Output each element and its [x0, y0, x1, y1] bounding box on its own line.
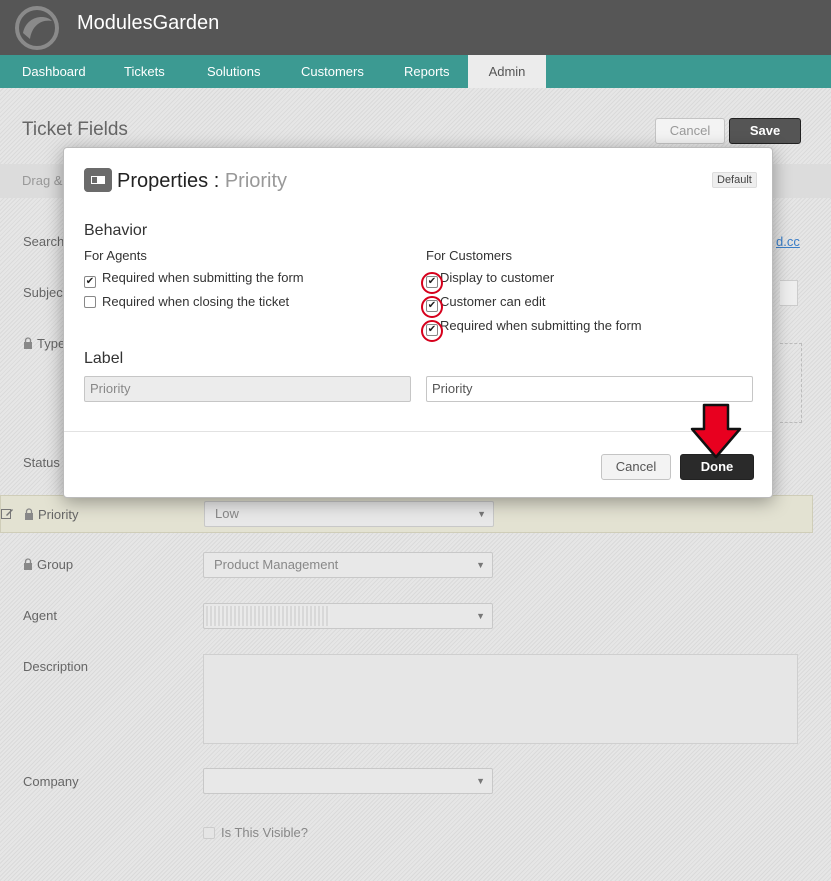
agent-required-submit-row[interactable]: ✔ Required when submitting the form: [84, 270, 304, 288]
arrow-down-icon: [690, 403, 742, 459]
field-company-label: Company: [23, 774, 79, 789]
customers-title: For Customers: [426, 248, 512, 263]
field-type-label: Type: [23, 336, 65, 351]
customer-required-submit-row[interactable]: ✔ Required when submitting the form: [421, 318, 642, 342]
field-priority-label: Priority: [24, 507, 78, 522]
nav-admin[interactable]: Admin: [468, 55, 546, 88]
logo-icon: [15, 6, 59, 50]
lock-icon: [24, 558, 32, 570]
lock-icon: [25, 508, 33, 520]
highlight-ring: [421, 272, 443, 294]
field-agent-label: Agent: [23, 608, 57, 623]
field-subject-label: Subjec: [23, 285, 63, 300]
label-title: Label: [84, 350, 124, 367]
agent-placeholder: [206, 606, 330, 626]
chevron-down-icon: ▼: [476, 776, 485, 786]
highlight-ring: [421, 320, 443, 342]
properties-icon: [84, 168, 112, 192]
modal-title-field: Priority: [224, 170, 288, 192]
chevron-down-icon: ▼: [476, 611, 485, 621]
company-select[interactable]: ▼: [203, 768, 493, 794]
agent-select[interactable]: ▼: [203, 603, 493, 629]
agent-required-submit-checkbox[interactable]: ✔: [84, 276, 96, 288]
default-badge: Default: [712, 172, 757, 188]
brand-name: ModulesGarden: [77, 12, 220, 34]
behavior-title: Behavior: [84, 222, 148, 239]
agent-label-input[interactable]: Priority: [84, 376, 411, 402]
field-link[interactable]: d.cc: [776, 234, 800, 249]
edit-icon[interactable]: [1, 507, 14, 520]
highlight-ring: [421, 296, 443, 318]
modal-cancel-button[interactable]: Cancel: [601, 454, 671, 480]
visible-checkbox-row[interactable]: Is This Visible?: [203, 825, 308, 840]
nav-reports[interactable]: Reports: [404, 55, 450, 88]
nav-tickets[interactable]: Tickets: [124, 55, 165, 88]
type-dropzone: [780, 343, 802, 423]
customer-edit-row[interactable]: ✔ Customer can edit: [421, 294, 546, 318]
page-cancel-button[interactable]: Cancel: [655, 118, 725, 144]
agent-required-close-row[interactable]: Required when closing the ticket: [84, 294, 289, 309]
main-nav: Dashboard Tickets Solutions Customers Re…: [0, 55, 831, 88]
visible-checkbox[interactable]: [203, 827, 215, 839]
group-select[interactable]: Product Management ▼: [203, 552, 493, 578]
modal-divider: [64, 431, 772, 432]
priority-row[interactable]: Priority Low ▼: [0, 495, 813, 533]
customer-edit-checkbox[interactable]: ✔: [421, 296, 443, 318]
customer-label-input[interactable]: Priority: [426, 376, 753, 402]
customer-required-submit-checkbox[interactable]: ✔: [421, 320, 443, 342]
priority-select[interactable]: Low ▼: [204, 501, 494, 527]
agent-required-close-checkbox[interactable]: [84, 296, 96, 308]
field-description-label: Description: [23, 659, 89, 674]
agents-title: For Agents: [84, 248, 147, 263]
drag-hint: Drag &: [22, 173, 63, 188]
nav-solutions[interactable]: Solutions: [207, 55, 260, 88]
chevron-down-icon: ▼: [477, 509, 486, 519]
modal-title: Properties : Priority: [117, 170, 288, 192]
field-group-label: Group: [23, 557, 73, 572]
customer-display-checkbox[interactable]: ✔: [421, 272, 443, 294]
nav-customers[interactable]: Customers: [301, 55, 364, 88]
field-search-label: Search: [23, 234, 65, 249]
page-title: Ticket Fields: [22, 119, 128, 140]
nav-dashboard[interactable]: Dashboard: [22, 55, 86, 88]
lock-icon: [24, 337, 32, 349]
top-bar: ModulesGarden: [0, 0, 831, 55]
subject-input-edge[interactable]: [780, 280, 798, 306]
properties-modal: Properties : Priority Default Behavior F…: [63, 147, 773, 498]
chevron-down-icon: ▼: [476, 560, 485, 570]
field-status-label: Status: [23, 455, 60, 470]
description-textarea[interactable]: [203, 654, 798, 744]
customer-display-row[interactable]: ✔ Display to customer: [421, 270, 554, 294]
page-save-button[interactable]: Save: [729, 118, 801, 144]
